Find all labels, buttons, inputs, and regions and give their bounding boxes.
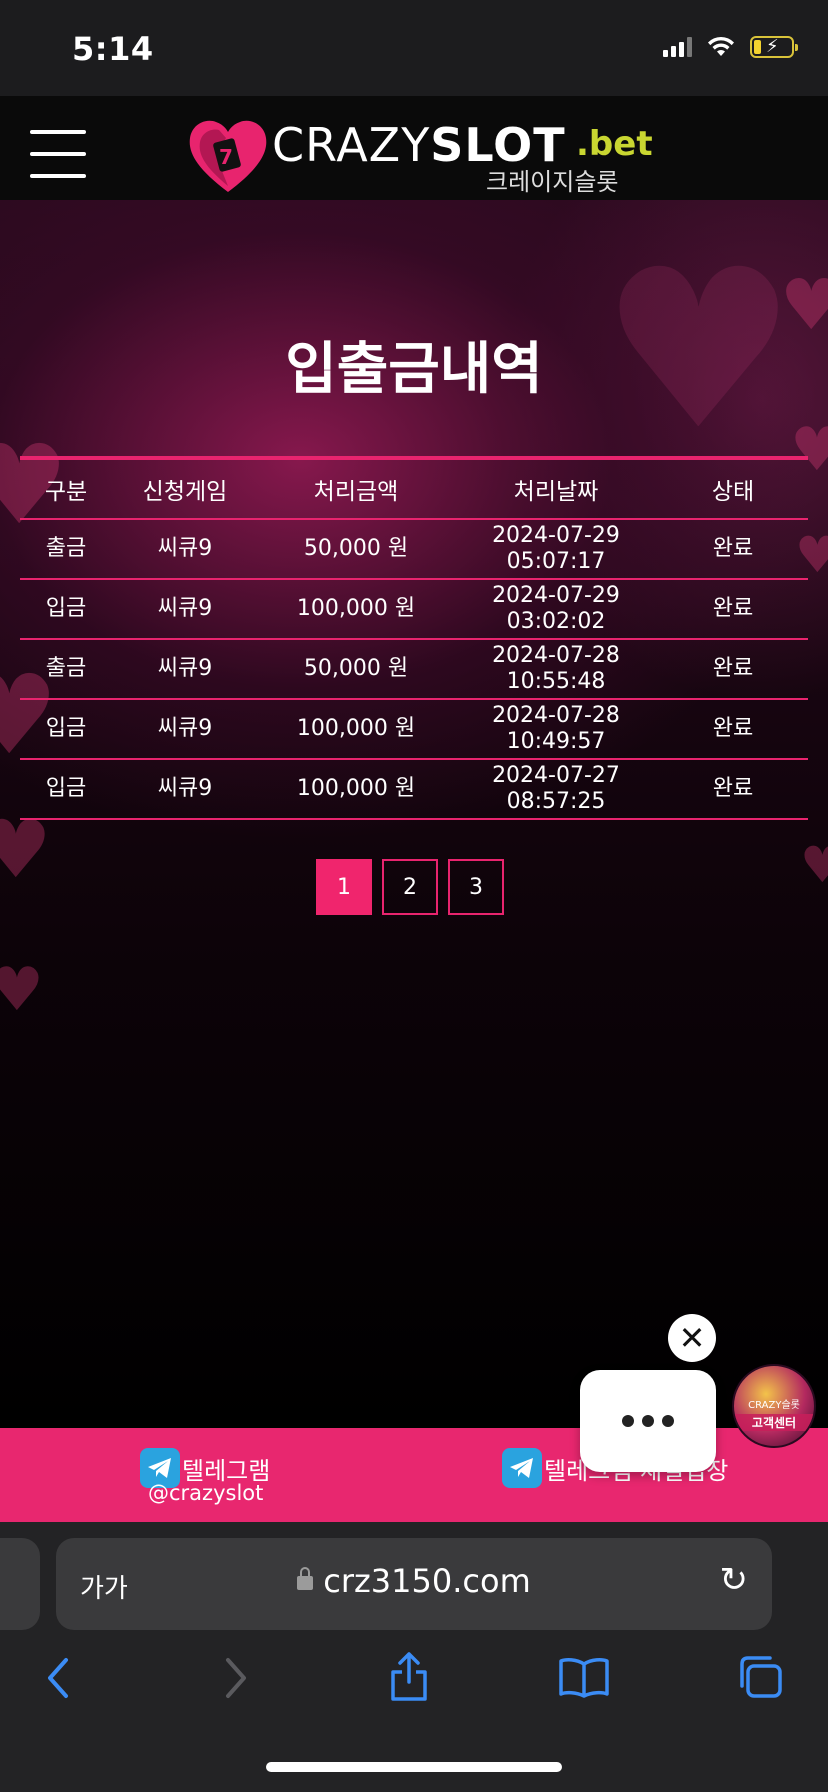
address-bar[interactable]: 가가 crz3150.com ↻ (56, 1538, 772, 1630)
status-bar: 5:14 ⚡ (0, 0, 828, 96)
page-button-2[interactable]: 2 (382, 859, 438, 915)
cell-type: 입금 (20, 579, 112, 640)
cellular-signal-icon (663, 37, 692, 57)
url-display[interactable]: crz3150.com (56, 1562, 772, 1600)
page-button-3[interactable]: 3 (448, 859, 504, 915)
back-icon[interactable] (44, 1656, 72, 1700)
cell-game: 씨큐9 (112, 759, 258, 820)
cs-label: 고객센터 (734, 1414, 814, 1431)
hamburger-menu-button[interactable] (30, 130, 86, 182)
cell-datetime: 2024-07-28 10:49:57 (454, 699, 658, 760)
pagination: 1 2 3 (316, 859, 504, 915)
cell-amount: 100,000 원 (258, 579, 454, 640)
forward-icon[interactable] (222, 1656, 250, 1700)
cell-type: 입금 (20, 759, 112, 820)
cell-date: 2024-07-27 (492, 763, 620, 788)
share-icon[interactable] (388, 1652, 430, 1702)
cell-game: 씨큐9 (112, 519, 258, 580)
cell-status: 완료 (658, 519, 808, 580)
cell-amount: 50,000 원 (258, 639, 454, 700)
battery-charging-icon: ⚡ (750, 36, 798, 58)
previous-tab-peek[interactable] (0, 1538, 40, 1630)
cell-date: 2024-07-29 (492, 583, 620, 608)
telegram-handle: @crazyslot (148, 1481, 264, 1505)
cell-datetime: 2024-07-28 10:55:48 (454, 639, 658, 700)
tabs-icon[interactable] (736, 1654, 784, 1700)
decorative-heart-icon: ♥ (800, 836, 828, 894)
svg-text:7: 7 (219, 145, 233, 169)
cell-datetime: 2024-07-29 03:02:02 (454, 579, 658, 640)
site-header: 7 CRAZYSLOT .bet 크레이지슬롯 (0, 96, 828, 200)
cell-type: 출금 (20, 639, 112, 700)
table-row: 출금 씨큐9 50,000 원 2024-07-28 10:55:48 완료 (20, 639, 808, 700)
cell-datetime: 2024-07-29 05:07:17 (454, 519, 658, 580)
decorative-heart-icon: ♥ (0, 803, 52, 896)
cell-status: 완료 (658, 639, 808, 700)
column-header-type: 구분 (20, 458, 112, 520)
more-dots-icon (622, 1415, 634, 1427)
logo-korean: 크레이지슬롯 (486, 168, 619, 196)
url-text: crz3150.com (323, 1562, 531, 1600)
site-logo[interactable]: 7 CRAZYSLOT .bet 크레이지슬롯 (186, 116, 653, 196)
table-row: 입금 씨큐9 100,000 원 2024-07-29 03:02:02 완료 (20, 579, 808, 640)
cell-time: 10:55:48 (506, 669, 606, 694)
cell-time: 08:57:25 (506, 789, 606, 814)
browser-toolbar (0, 1652, 828, 1722)
column-header-game: 신청게임 (112, 458, 258, 520)
chat-close-button[interactable]: ✕ (668, 1314, 716, 1362)
page-title: 입출금내역 (285, 337, 543, 402)
cell-date: 2024-07-28 (492, 703, 620, 728)
lock-icon (297, 1567, 314, 1590)
table-row: 입금 씨큐9 100,000 원 2024-07-27 08:57:25 완료 (20, 759, 808, 820)
transaction-history-table: 구분 신청게임 처리금액 처리날짜 상태 출금 씨큐9 50,000 원 202… (20, 456, 808, 820)
column-header-status: 상태 (658, 458, 808, 520)
status-time: 5:14 (72, 30, 154, 68)
cell-amount: 100,000 원 (258, 699, 454, 760)
reload-icon[interactable]: ↻ (720, 1560, 749, 1600)
chat-button[interactable] (580, 1370, 716, 1472)
table-row: 출금 씨큐9 50,000 원 2024-07-29 05:07:17 완료 (20, 519, 808, 580)
home-indicator (266, 1762, 562, 1772)
cell-date: 2024-07-28 (492, 643, 620, 668)
cell-status: 완료 (658, 699, 808, 760)
column-header-date: 처리날짜 (454, 458, 658, 520)
cell-status: 완료 (658, 759, 808, 820)
telegram-icon (502, 1448, 542, 1488)
cs-brand: CRAZY슬롯 (748, 1400, 800, 1411)
cell-type: 출금 (20, 519, 112, 580)
page-button-1[interactable]: 1 (316, 859, 372, 915)
cell-game: 씨큐9 (112, 579, 258, 640)
cell-time: 05:07:17 (506, 549, 606, 574)
table-row: 입금 씨큐9 100,000 원 2024-07-28 10:49:57 완료 (20, 699, 808, 760)
wifi-icon (708, 36, 734, 56)
cell-datetime: 2024-07-27 08:57:25 (454, 759, 658, 820)
cell-type: 입금 (20, 699, 112, 760)
cell-time: 03:02:02 (506, 609, 606, 634)
cell-date: 2024-07-29 (492, 523, 620, 548)
bookmarks-icon[interactable] (558, 1656, 610, 1698)
cell-time: 10:49:57 (506, 729, 606, 754)
status-icons: ⚡ (663, 36, 798, 58)
logo-bet: .bet (576, 124, 653, 164)
decorative-heart-icon: ♥ (0, 955, 44, 1025)
cell-status: 완료 (658, 579, 808, 640)
cell-amount: 50,000 원 (258, 519, 454, 580)
column-header-amount: 처리금액 (258, 458, 454, 520)
cell-game: 씨큐9 (112, 699, 258, 760)
customer-service-button[interactable]: CRAZY슬롯 고객센터 (732, 1364, 816, 1448)
cell-amount: 100,000 원 (258, 759, 454, 820)
heart-slot-logo-icon: 7 (189, 120, 267, 192)
browser-chrome: 가가 crz3150.com ↻ (0, 1522, 828, 1792)
table-header-row: 구분 신청게임 처리금액 처리날짜 상태 (20, 458, 808, 520)
cell-game: 씨큐9 (112, 639, 258, 700)
